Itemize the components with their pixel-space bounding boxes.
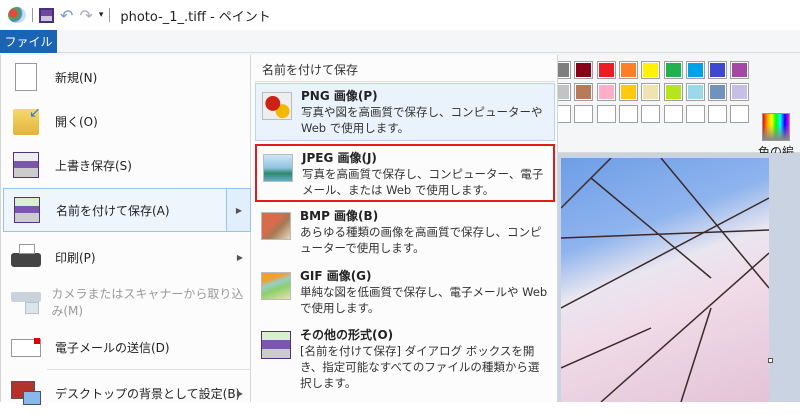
divider: [255, 81, 555, 82]
color-swatch[interactable]: [618, 83, 638, 101]
menu-item-import: カメラまたはスキャナーから取り込み(M): [3, 280, 251, 324]
divider: [47, 369, 251, 370]
menu-item-label: 印刷(P): [55, 250, 96, 265]
save-as-gif[interactable]: GIF 画像(G) 単純な図を低画質で保存し、電子メールや Web で使用します…: [255, 264, 555, 322]
color-swatch[interactable]: [730, 105, 750, 123]
save-as-jpeg[interactable]: JPEG 画像(J) 写真を高画質で保存し、コンピューター、電子メール、または …: [255, 144, 555, 202]
color-swatch[interactable]: [618, 61, 638, 79]
jpeg-image-icon: [263, 154, 293, 182]
png-image-icon: [262, 92, 292, 120]
menu-item-open[interactable]: ↙ 開く(O): [3, 99, 251, 143]
menu-item-save[interactable]: 上書き保存(S): [3, 143, 251, 187]
printer-icon: [9, 241, 43, 273]
color-swatch[interactable]: [641, 83, 661, 101]
color-swatch[interactable]: [618, 105, 638, 123]
window-title: photo-_1_.tiff - ペイント: [120, 9, 271, 25]
color-swatch[interactable]: [596, 105, 616, 123]
customize-icon[interactable]: ▾: [99, 10, 104, 20]
chevron-right-icon: ▶: [235, 205, 242, 215]
divider: [32, 8, 33, 22]
canvas-image[interactable]: [561, 158, 769, 402]
menu-item-label: デスクトップの背景として設定(B): [55, 386, 241, 401]
option-description: 写真を高画質で保存し、コンピューター、電子メール、または Web で使用します。: [302, 167, 544, 197]
color-swatch[interactable]: [641, 105, 661, 123]
gif-image-icon: [261, 272, 291, 300]
redo-icon[interactable]: ↷: [79, 6, 92, 25]
menu-item-set-desktop[interactable]: デスクトップの背景として設定(B) ▶: [3, 371, 251, 415]
color-swatch[interactable]: [574, 61, 594, 79]
color-swatch[interactable]: [708, 83, 728, 101]
file-menu: 新規(N) ↙ 開く(O) 上書き保存(S) 名前を付けて保存(A) ▶ 印刷(…: [0, 55, 251, 405]
menu-item-label: 新規(N): [55, 70, 98, 85]
menu-item-label: カメラまたはスキャナーから取り込み(M): [51, 287, 244, 318]
option-title: BMP 画像(B): [300, 209, 379, 223]
color-swatch[interactable]: [730, 61, 750, 79]
color-swatch[interactable]: [596, 83, 616, 101]
save-as-icon: [261, 331, 291, 359]
color-swatch[interactable]: [708, 61, 728, 79]
save-as-bmp[interactable]: BMP 画像(B) あらゆる種類の画像を高画質で保存し、コンピューターで使用しま…: [255, 204, 555, 262]
color-swatch[interactable]: [574, 83, 594, 101]
cherry-blossom-photo: [561, 158, 769, 402]
save-as-icon: [10, 194, 44, 226]
desktop-icon: [9, 377, 43, 409]
chevron-right-icon: ▶: [236, 388, 243, 398]
chevron-right-icon: ▶: [236, 252, 243, 262]
new-file-icon: [9, 61, 43, 93]
ribbon-tabs: ファイル: [0, 30, 800, 53]
menu-item-save-as[interactable]: 名前を付けて保存(A) ▶: [3, 188, 251, 232]
color-swatch[interactable]: [663, 61, 683, 79]
color-swatch[interactable]: [730, 83, 750, 101]
tab-file[interactable]: ファイル: [0, 30, 57, 53]
color-swatch[interactable]: [685, 83, 705, 101]
option-title: その他の形式(O): [300, 328, 394, 342]
menu-item-label: 電子メールの送信(D): [55, 340, 170, 355]
color-swatch[interactable]: [663, 105, 683, 123]
save-icon: [9, 149, 43, 181]
undo-icon[interactable]: ↶: [60, 6, 73, 25]
option-description: 写真や図を高画質で保存し、コンピューターや Web で使用します。: [301, 105, 543, 135]
divider: [109, 8, 111, 22]
scanner-icon: [9, 286, 41, 318]
color-swatch[interactable]: [708, 105, 728, 123]
title-bar: ↶ ↷ ▾ photo-_1_.tiff - ペイント: [0, 0, 800, 30]
menu-item-label: 開く(O): [55, 114, 98, 129]
menu-item-label: 名前を付けて保存(A): [56, 203, 170, 218]
option-title: JPEG 画像(J): [302, 151, 377, 165]
color-swatch[interactable]: [574, 105, 594, 123]
menu-item-label: 上書き保存(S): [55, 158, 132, 173]
option-title: GIF 画像(G): [300, 269, 372, 283]
save-icon[interactable]: [39, 7, 54, 23]
color-swatch[interactable]: [685, 105, 705, 123]
open-folder-icon: ↙: [9, 105, 43, 137]
bmp-image-icon: [261, 212, 291, 240]
option-title: PNG 画像(P): [301, 89, 378, 103]
option-description: あらゆる種類の画像を高画質で保存し、コンピューターで使用します。: [300, 225, 542, 255]
save-as-other[interactable]: その他の形式(O) [名前を付けて保存] ダイアログ ボックスを開き、指定可能な…: [255, 323, 555, 390]
color-swatch[interactable]: [641, 61, 661, 79]
menu-item-email[interactable]: 電子メールの送信(D): [3, 325, 251, 369]
menu-item-print[interactable]: 印刷(P) ▶: [3, 235, 251, 279]
menu-item-new[interactable]: 新規(N): [3, 55, 251, 99]
color-swatch[interactable]: [663, 83, 683, 101]
resize-handle[interactable]: [768, 358, 773, 363]
save-as-submenu: 名前を付けて保存 PNG 画像(P) 写真や図を高画質で保存し、コンピューターや…: [251, 55, 558, 402]
option-description: [名前を付けて保存] ダイアログ ボックスを開き、指定可能なすべてのファイルの種…: [300, 344, 540, 390]
color-spectrum-icon: [762, 113, 790, 141]
paint-icon: [8, 7, 26, 23]
email-icon: [9, 331, 43, 363]
color-swatch[interactable]: [596, 61, 616, 79]
option-description: 単純な図を低画質で保存し、電子メールや Web で使用します。: [300, 285, 548, 315]
save-as-png[interactable]: PNG 画像(P) 写真や図を高画質で保存し、コンピューターや Web で使用し…: [255, 83, 555, 141]
submenu-header: 名前を付けて保存: [262, 63, 359, 77]
color-swatch[interactable]: [685, 61, 705, 79]
